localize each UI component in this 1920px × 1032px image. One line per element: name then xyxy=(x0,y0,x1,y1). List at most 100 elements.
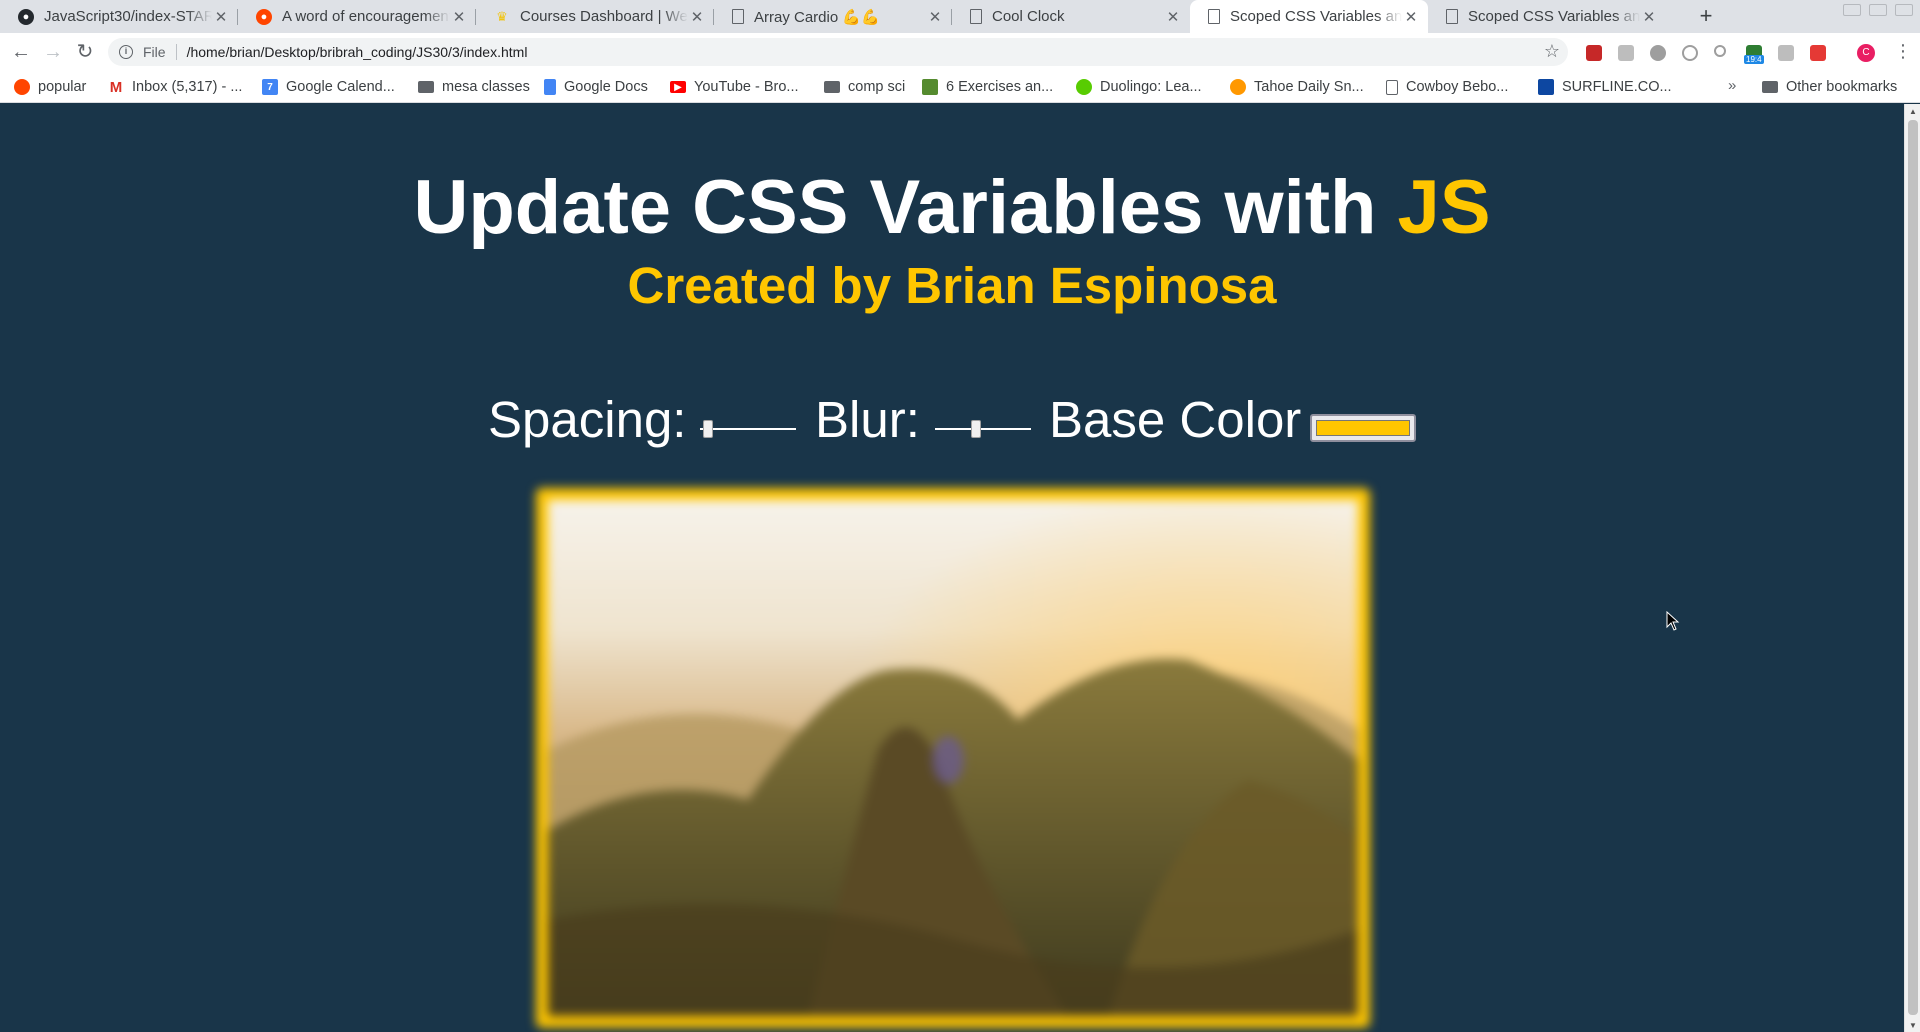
bookmark-label: Inbox (5,317) - ... xyxy=(132,79,243,95)
page-subtitle: Created by Brian Espinosa xyxy=(627,257,1277,314)
slider-track xyxy=(935,428,1031,430)
close-icon[interactable]: ✕ xyxy=(450,8,468,26)
docs-icon xyxy=(544,79,556,95)
back-button[interactable]: ← xyxy=(8,39,34,65)
tab-title: JavaScript30/index-START xyxy=(44,8,212,25)
tab-javascript30[interactable]: ● JavaScript30/index-START ✕ xyxy=(0,0,238,33)
mountain-photo xyxy=(548,500,1358,1016)
bookmark-label: Tahoe Daily Sn... xyxy=(1254,79,1364,95)
tab-title: Cool Clock xyxy=(992,8,1065,25)
extension-badge: 19:4 xyxy=(1744,55,1764,64)
bookmark-comp-sci[interactable]: comp sci xyxy=(824,78,905,96)
tab-title: Courses Dashboard | Wes xyxy=(520,8,688,25)
page-title: Update CSS Variables with JS xyxy=(0,164,1904,252)
close-icon[interactable]: ✕ xyxy=(688,8,706,26)
info-icon[interactable]: i xyxy=(119,45,133,59)
bookmark-duolingo[interactable]: Duolingo: Lea... xyxy=(1076,78,1202,96)
bookmark-popular[interactable]: popular xyxy=(14,78,86,96)
close-icon[interactable]: ✕ xyxy=(1640,8,1658,26)
screen-extension-icon[interactable] xyxy=(1778,45,1794,61)
bookmark-google-docs[interactable]: Google Docs xyxy=(544,78,648,96)
blurred-photo-frame xyxy=(536,488,1370,1028)
bookmark-label: popular xyxy=(38,79,87,95)
menu-icon[interactable]: ⋮ xyxy=(1894,41,1912,62)
close-window-button[interactable] xyxy=(1895,4,1913,16)
address-bar[interactable]: i File /home/brian/Desktop/bribrah_codin… xyxy=(108,38,1568,66)
gmail-icon: M xyxy=(109,78,123,96)
scrollbar-thumb[interactable] xyxy=(1908,120,1918,1015)
blur-label: Blur: xyxy=(815,391,920,448)
controls: Spacing: Blur: Base Color xyxy=(0,384,1904,454)
slider-track xyxy=(700,428,796,430)
bookmark-cowboy-bebop[interactable]: Cowboy Bebo... xyxy=(1386,78,1508,96)
check-extension-icon[interactable] xyxy=(1682,45,1698,61)
bookmark-mesa-classes[interactable]: mesa classes xyxy=(418,78,530,96)
url-text[interactable]: /home/brian/Desktop/bribrah_coding/JS30/… xyxy=(187,44,528,60)
slider-thumb[interactable] xyxy=(703,420,713,438)
bookmark-other-bookmarks[interactable]: Other bookmarks xyxy=(1762,78,1897,96)
bookmark-label: SURFLINE.CO... xyxy=(1562,79,1672,95)
close-icon[interactable]: ✕ xyxy=(926,8,944,26)
bookmark-6-exercises[interactable]: 6 Exercises an... xyxy=(922,78,1053,96)
document-icon xyxy=(1208,9,1220,24)
timer-extension-icon[interactable]: 19:4 xyxy=(1744,45,1764,64)
tab-array-cardio[interactable]: Array Cardio 💪💪 ✕ xyxy=(714,0,952,33)
folder-icon xyxy=(418,81,434,93)
ublock-extension-icon[interactable] xyxy=(1586,45,1602,61)
color-swatch xyxy=(1316,420,1410,436)
page-scrollbar[interactable]: ▲ ▼ xyxy=(1904,104,1920,1032)
document-icon xyxy=(732,9,744,24)
bookmark-label: Other bookmarks xyxy=(1786,79,1898,95)
bookmark-google-calendar[interactable]: 7 Google Calend... xyxy=(262,78,395,96)
tab-title: Scoped CSS Variables and xyxy=(1468,8,1640,25)
calendar-icon: 7 xyxy=(262,79,278,95)
slider-thumb[interactable] xyxy=(971,420,981,438)
bookmark-label: comp sci xyxy=(848,79,906,95)
close-icon[interactable]: ✕ xyxy=(212,8,230,26)
bookmark-star-icon[interactable]: ☆ xyxy=(1544,41,1560,62)
bookmark-tahoe-daily-snow[interactable]: Tahoe Daily Sn... xyxy=(1230,78,1364,96)
bookmark-surfline[interactable]: SURFLINE.CO... xyxy=(1538,78,1672,96)
close-icon[interactable]: ✕ xyxy=(1402,8,1420,26)
tab-title: Array Cardio 💪💪 xyxy=(754,8,880,26)
tab-scoped-css-variables[interactable]: Scoped CSS Variables and ✕ xyxy=(1428,0,1666,33)
tab-scoped-css-variables-active[interactable]: Scoped CSS Variables and ✕ xyxy=(1190,0,1428,33)
snow-icon xyxy=(1230,79,1246,95)
bookmark-label: YouTube - Bro... xyxy=(694,79,799,95)
tab-cool-clock[interactable]: Cool Clock ✕ xyxy=(952,0,1190,33)
bookmark-label: Duolingo: Lea... xyxy=(1100,79,1202,95)
spacing-slider[interactable] xyxy=(698,418,798,440)
document-icon xyxy=(970,9,982,24)
bookmark-label: Google Calend... xyxy=(286,79,395,95)
search-extension-icon[interactable] xyxy=(1714,45,1726,57)
scheme-label: File xyxy=(143,44,166,60)
minimize-button[interactable] xyxy=(1843,4,1861,16)
bookmark-label: Cowboy Bebo... xyxy=(1406,79,1509,95)
profile-avatar[interactable]: C xyxy=(1857,44,1875,62)
forward-button[interactable]: → xyxy=(40,39,66,65)
maximize-button[interactable] xyxy=(1869,4,1887,16)
tab-courses-dashboard[interactable]: ♛ Courses Dashboard | Wes ✕ xyxy=(476,0,714,33)
close-icon[interactable]: ✕ xyxy=(1164,8,1182,26)
scroll-up-icon[interactable]: ▲ xyxy=(1909,107,1917,116)
base-color-picker[interactable] xyxy=(1310,414,1416,442)
blur-slider[interactable] xyxy=(933,418,1033,440)
bookmark-youtube[interactable]: ▶ YouTube - Bro... xyxy=(670,78,799,96)
new-tab-button[interactable]: + xyxy=(1693,4,1719,30)
recycle-extension-icon[interactable] xyxy=(1650,45,1666,61)
pdf-extension-icon[interactable] xyxy=(1810,45,1826,61)
document-icon xyxy=(1386,79,1398,95)
bookmarks-overflow-button[interactable]: » xyxy=(1728,77,1736,94)
bookmark-label: 6 Exercises an... xyxy=(946,79,1054,95)
extension-icon[interactable] xyxy=(1618,45,1634,61)
reload-button[interactable]: ↻ xyxy=(72,39,98,65)
base-color-label: Base Color xyxy=(1049,391,1302,448)
bookmark-label: mesa classes xyxy=(442,79,530,95)
tab-word-of-encouragement[interactable]: ● A word of encouragement ✕ xyxy=(238,0,476,33)
scroll-down-icon[interactable]: ▼ xyxy=(1909,1021,1917,1030)
document-icon xyxy=(1446,9,1458,24)
browser-toolbar: ← → ↻ i File /home/brian/Desktop/bribrah… xyxy=(0,33,1920,71)
bookmark-inbox[interactable]: M Inbox (5,317) - ... xyxy=(108,78,243,96)
github-icon: ● xyxy=(18,8,34,25)
mountain-photo-image xyxy=(548,500,1358,1016)
